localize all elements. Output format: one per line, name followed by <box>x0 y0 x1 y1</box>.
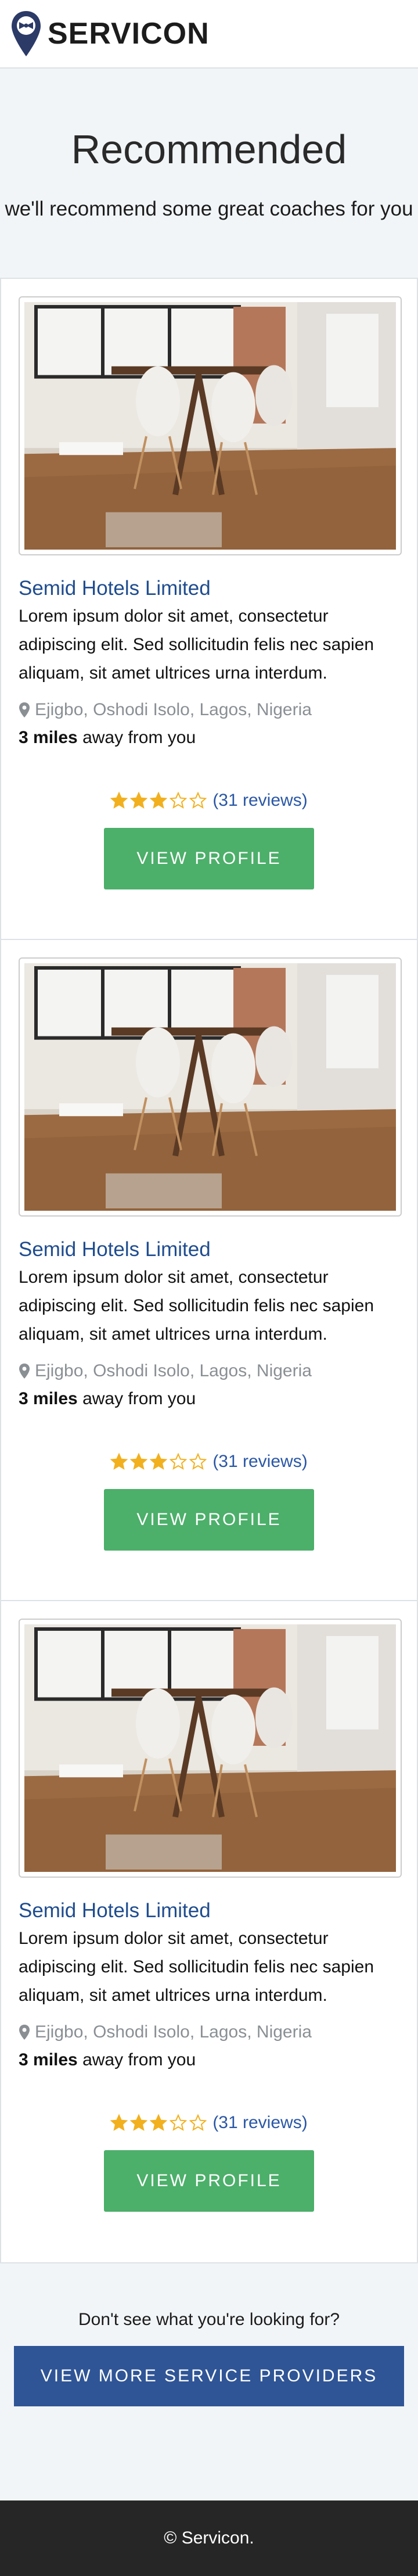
map-marker-icon <box>19 702 30 717</box>
star-outline-icon <box>170 2114 188 2131</box>
brand-name[interactable]: SERVICON <box>48 16 210 51</box>
star-rating <box>110 2114 209 2132</box>
star-filled-icon <box>110 792 128 809</box>
distance-value: 3 miles <box>19 1389 78 1408</box>
view-profile-button[interactable]: VIEW PROFILE <box>104 1489 314 1551</box>
distance-value: 3 miles <box>19 728 78 747</box>
provider-photo[interactable] <box>19 296 402 555</box>
dining-room-image <box>24 302 396 550</box>
provider-distance: 3 miles away from you <box>19 728 399 748</box>
provider-name[interactable]: Semid Hotels Limited <box>19 1237 399 1262</box>
provider-card: Semid Hotels Limited Lorem ipsum dolor s… <box>0 279 418 940</box>
navbar: SERVICON <box>0 0 418 69</box>
star-outline-icon <box>189 792 207 809</box>
more-prompt: Don't see what you're looking for? <box>78 2310 340 2329</box>
map-pin-logo-icon[interactable] <box>10 10 42 58</box>
location-text: Ejigbo, Oshodi Isolo, Lagos, Nigeria <box>35 700 312 719</box>
star-filled-icon <box>130 2114 148 2131</box>
page-title: Recommended <box>71 127 347 172</box>
view-profile-button[interactable]: VIEW PROFILE <box>104 828 314 889</box>
star-filled-icon <box>150 1453 168 1470</box>
distance-suffix: away from you <box>77 728 196 747</box>
footer: © Servicon. <box>0 2500 418 2576</box>
view-profile-button[interactable]: VIEW PROFILE <box>104 2150 314 2212</box>
star-filled-icon <box>130 792 148 809</box>
map-marker-icon <box>19 2025 30 2040</box>
star-filled-icon <box>110 1453 128 1470</box>
location-text: Ejigbo, Oshodi Isolo, Lagos, Nigeria <box>35 2022 312 2042</box>
star-outline-icon <box>170 792 188 809</box>
map-marker-icon <box>19 1364 30 1379</box>
provider-card: Semid Hotels Limited Lorem ipsum dolor s… <box>0 1601 418 2262</box>
star-filled-icon <box>150 2114 168 2131</box>
rating-row: (31 reviews) <box>19 1452 399 1472</box>
star-rating <box>110 792 209 809</box>
dining-room-image <box>24 1624 396 1872</box>
provider-description: Lorem ipsum dolor sit amet, consectetur … <box>19 1268 374 1344</box>
location-text: Ejigbo, Oshodi Isolo, Lagos, Nigeria <box>35 1361 312 1380</box>
provider-photo[interactable] <box>19 957 402 1217</box>
star-filled-icon <box>110 2114 128 2131</box>
provider-name[interactable]: Semid Hotels Limited <box>19 576 399 601</box>
provider-location: Ejigbo, Oshodi Isolo, Lagos, Nigeria <box>19 1361 399 1381</box>
distance-suffix: away from you <box>77 1389 196 1408</box>
provider-distance: 3 miles away from you <box>19 1389 399 1409</box>
star-rating <box>110 1453 209 1470</box>
rating-row: (31 reviews) <box>19 2113 399 2133</box>
provider-list: Semid Hotels Limited Lorem ipsum dolor s… <box>0 278 418 2263</box>
star-filled-icon <box>130 1453 148 1470</box>
hero-section: Recommended we'll recommend some great c… <box>0 69 418 278</box>
more-section: Don't see what you're looking for? VIEW … <box>0 2263 418 2500</box>
view-more-providers-button[interactable]: VIEW MORE SERVICE PROVIDERS <box>14 2346 404 2406</box>
provider-location: Ejigbo, Oshodi Isolo, Lagos, Nigeria <box>19 700 399 720</box>
provider-location: Ejigbo, Oshodi Isolo, Lagos, Nigeria <box>19 2022 399 2042</box>
reviews-link[interactable]: (31 reviews) <box>212 791 307 810</box>
distance-value: 3 miles <box>19 2050 78 2069</box>
star-filled-icon <box>150 792 168 809</box>
distance-suffix: away from you <box>77 2050 196 2069</box>
star-outline-icon <box>189 1453 207 1470</box>
footer-copyright: © Servicon. <box>164 2528 254 2548</box>
provider-card: Semid Hotels Limited Lorem ipsum dolor s… <box>0 940 418 1601</box>
reviews-link[interactable]: (31 reviews) <box>212 1452 307 1472</box>
provider-description: Lorem ipsum dolor sit amet, consectetur … <box>19 607 374 683</box>
star-outline-icon <box>189 2114 207 2131</box>
dining-room-image <box>24 963 396 1211</box>
reviews-link[interactable]: (31 reviews) <box>212 2113 307 2133</box>
provider-description: Lorem ipsum dolor sit amet, consectetur … <box>19 1929 374 2005</box>
provider-name[interactable]: Semid Hotels Limited <box>19 1899 399 1923</box>
page-subtitle: we'll recommend some great coaches for y… <box>5 198 413 220</box>
provider-photo[interactable] <box>19 1619 402 1878</box>
rating-row: (31 reviews) <box>19 791 399 810</box>
star-outline-icon <box>170 1453 188 1470</box>
provider-distance: 3 miles away from you <box>19 2050 399 2070</box>
